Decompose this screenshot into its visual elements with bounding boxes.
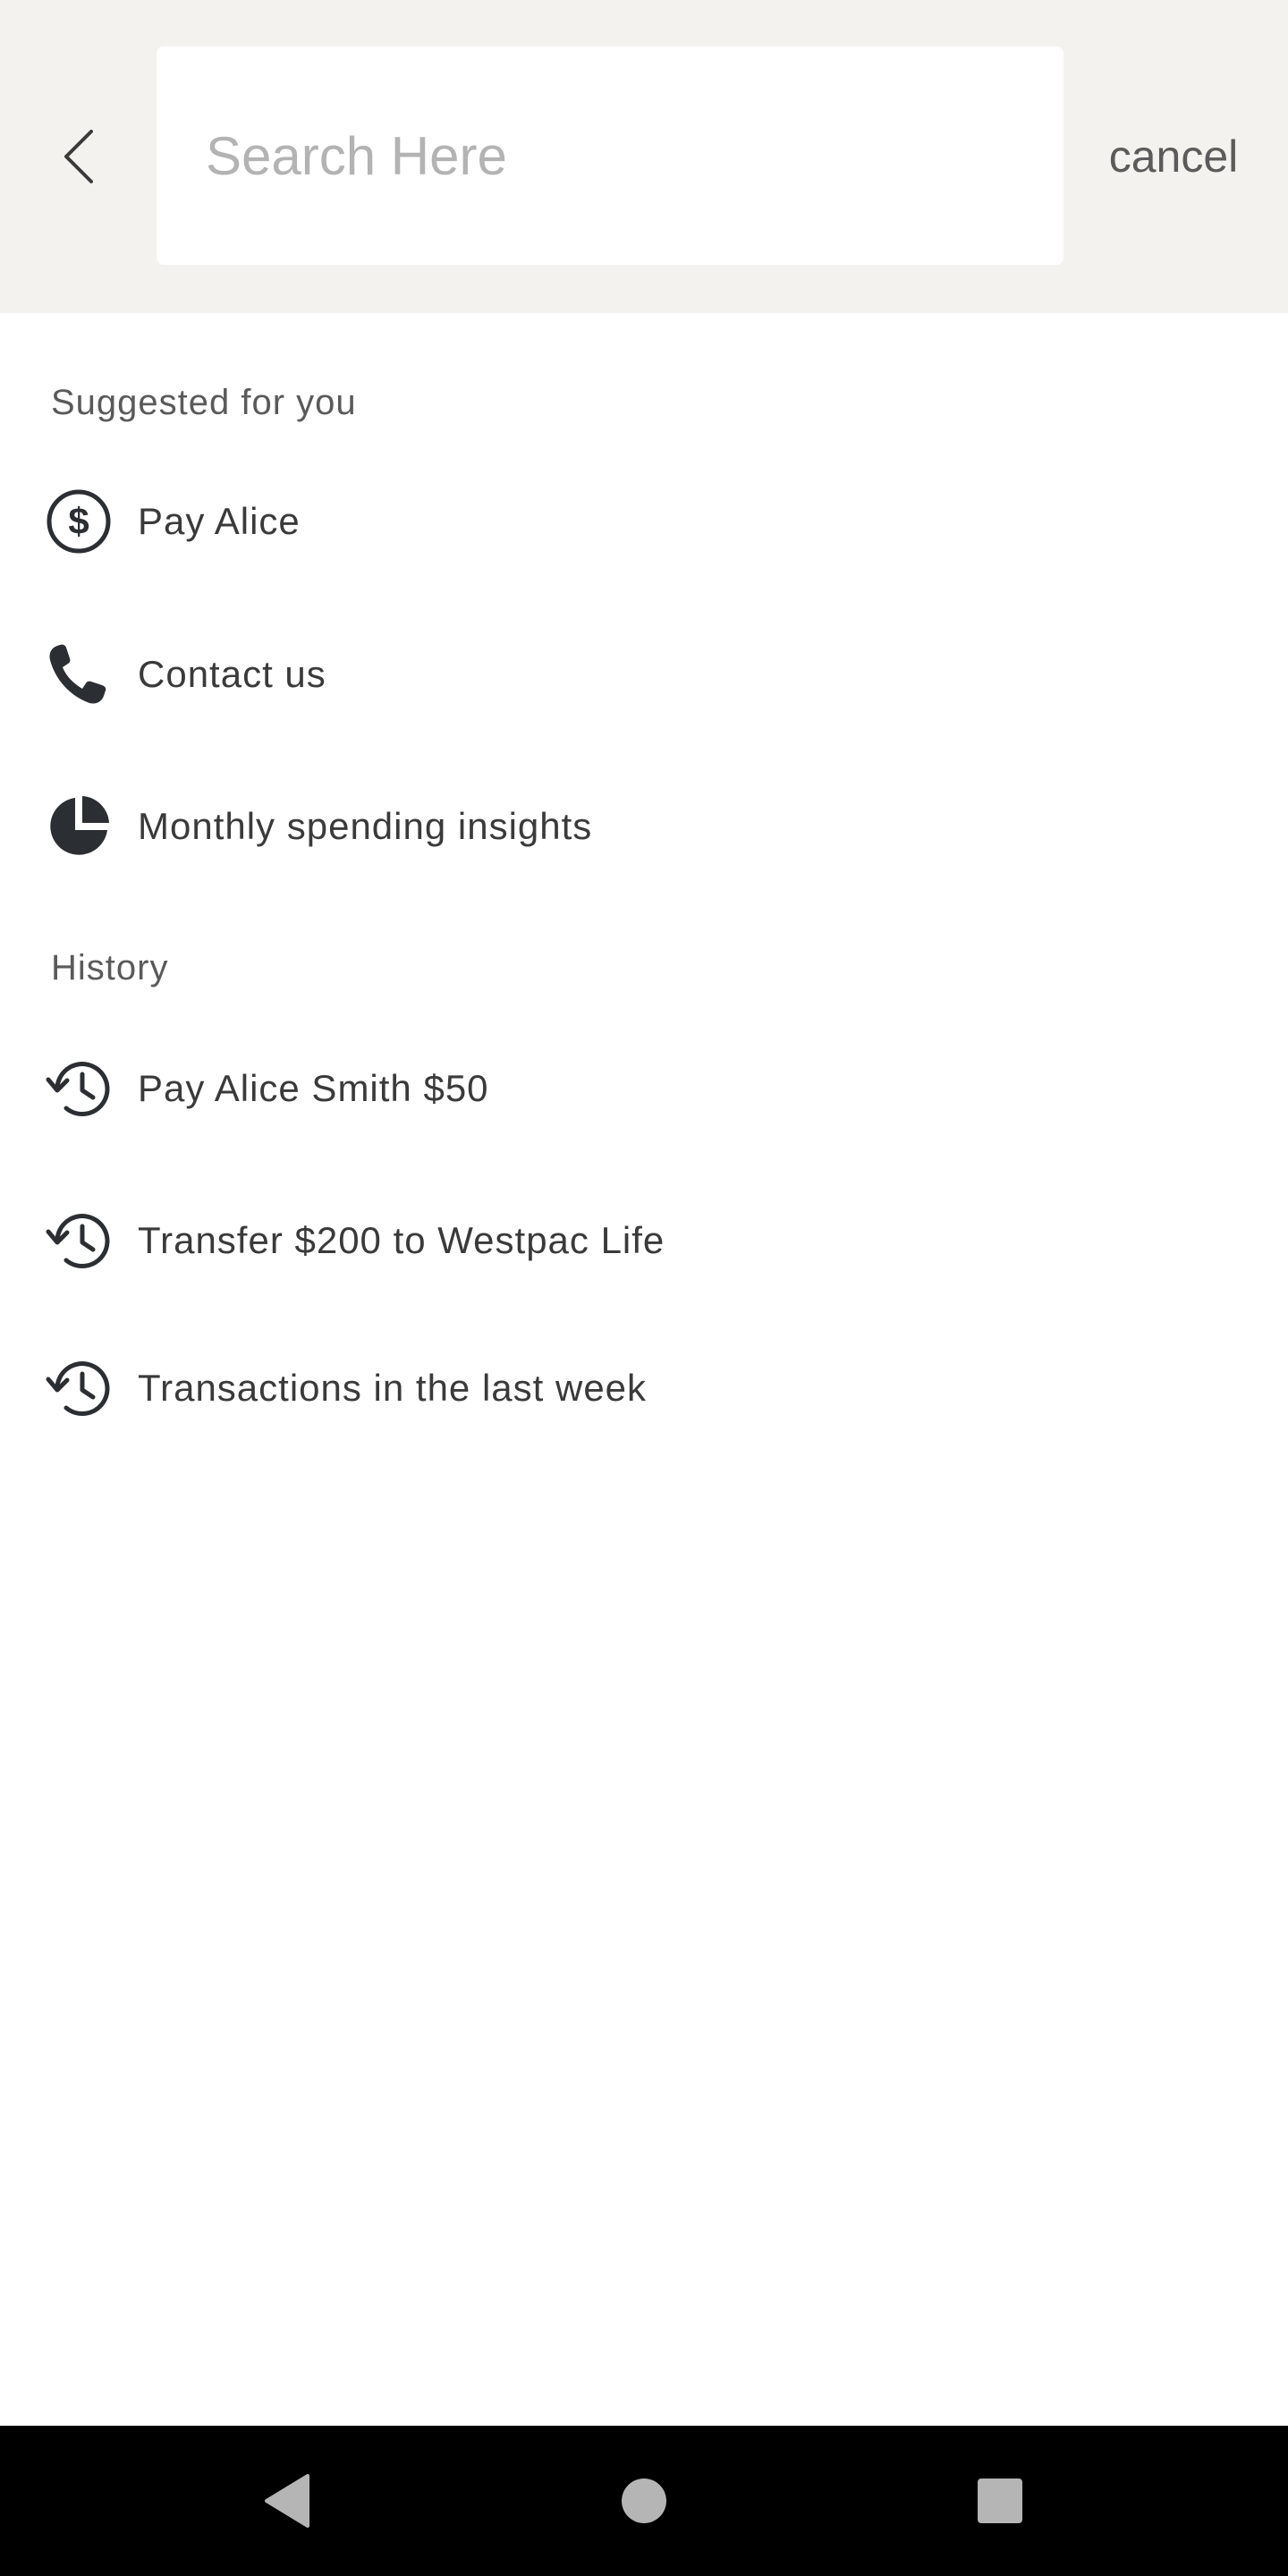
- history-item-transfer-westpac[interactable]: Transfer $200 to Westpac Life: [36, 1187, 1252, 1294]
- suggestion-item-label: Contact us: [138, 653, 326, 695]
- suggestion-item-pay-alice[interactable]: $ Pay Alice: [36, 468, 1252, 575]
- triangle-back-icon: [265, 2474, 309, 2528]
- search-input[interactable]: [206, 47, 1014, 265]
- svg-text:$: $: [68, 500, 89, 542]
- suggestion-item-monthly-spending[interactable]: Monthly spending insights: [36, 773, 1252, 880]
- history-icon: [36, 1046, 122, 1131]
- system-back-button[interactable]: [242, 2456, 331, 2546]
- history-item-pay-alice-smith[interactable]: Pay Alice Smith $50: [36, 1035, 1252, 1142]
- suggestion-item-label: Pay Alice: [138, 500, 301, 542]
- dollar-circle-icon: $: [36, 479, 122, 564]
- suggestion-item-label: Monthly spending insights: [138, 805, 593, 847]
- suggestion-item-contact-us[interactable]: Contact us: [36, 621, 1252, 728]
- system-recents-button[interactable]: [955, 2456, 1045, 2546]
- chevron-left-icon: [64, 130, 93, 183]
- phone-icon: [36, 631, 122, 717]
- circle-home-icon: [622, 2479, 666, 2523]
- pie-chart-icon: [36, 784, 122, 869]
- cancel-button[interactable]: cancel: [1093, 125, 1254, 188]
- history-icon: [36, 1198, 122, 1284]
- history-section-title: History: [51, 948, 169, 987]
- history-icon: [36, 1345, 122, 1431]
- history-item-label: Transfer $200 to Westpac Life: [138, 1219, 665, 1261]
- search-header: cancel: [0, 0, 1288, 313]
- system-navigation-bar: [0, 2426, 1288, 2576]
- history-item-label: Transactions in the last week: [138, 1367, 648, 1409]
- square-recents-icon: [978, 2479, 1022, 2523]
- history-item-transactions-last-week[interactable]: Transactions in the last week: [36, 1335, 1252, 1442]
- search-box: [157, 47, 1063, 265]
- history-item-label: Pay Alice Smith $50: [138, 1067, 489, 1109]
- back-button[interactable]: [47, 116, 111, 197]
- suggested-section-title: Suggested for you: [51, 383, 357, 422]
- system-home-button[interactable]: [599, 2456, 689, 2546]
